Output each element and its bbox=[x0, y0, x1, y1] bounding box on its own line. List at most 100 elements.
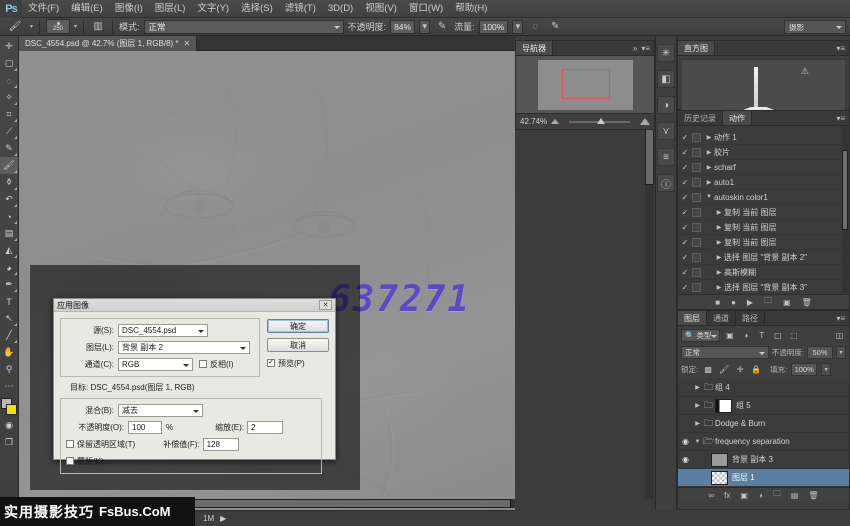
channel-select[interactable]: RGB bbox=[118, 358, 193, 371]
tool-history-brush[interactable]: ↶ bbox=[0, 191, 18, 208]
pressure-size-icon[interactable]: ✎ bbox=[547, 19, 563, 34]
play-icon[interactable]: ▶ bbox=[747, 298, 753, 307]
navigator-preview[interactable] bbox=[516, 56, 654, 113]
tab-paths[interactable]: 路径 bbox=[736, 311, 765, 325]
menu-layer[interactable]: 图层(L) bbox=[149, 0, 192, 18]
brush-size-chevron-icon[interactable]: ▾ bbox=[74, 23, 77, 30]
tab-histogram[interactable]: 直方图 bbox=[678, 41, 715, 55]
action-dialog-toggle[interactable] bbox=[692, 193, 701, 202]
ok-button[interactable]: 确定 bbox=[267, 319, 329, 333]
menu-file[interactable]: 文件(F) bbox=[22, 0, 65, 18]
properties-icon[interactable]: ≡ bbox=[657, 148, 675, 166]
collapse-icon[interactable]: » bbox=[633, 44, 637, 53]
mask-checkbox[interactable]: 蒙版(K)... bbox=[66, 456, 110, 467]
action-dialog-toggle[interactable] bbox=[692, 163, 701, 172]
source-select[interactable]: DSC_4554.psd bbox=[118, 324, 208, 337]
delete-icon[interactable]: 🗑 bbox=[802, 298, 812, 307]
tool-edit-toolbar[interactable]: ⋯ bbox=[0, 378, 18, 395]
tool-hand[interactable]: ✋ bbox=[0, 344, 18, 361]
filter-toggle-icon[interactable]: ◫ bbox=[833, 329, 846, 342]
layer-row[interactable]: ◉ ▶ 🗀 Dodge & Burn bbox=[678, 415, 849, 433]
tool-path-selection[interactable]: ↖ bbox=[0, 310, 18, 327]
adjustments-icon[interactable]: ◑ bbox=[657, 96, 675, 114]
eye-icon[interactable]: ◉ bbox=[678, 455, 693, 464]
flow-input[interactable]: 100% bbox=[479, 20, 509, 34]
eye-icon[interactable]: ◉ bbox=[678, 419, 693, 428]
layer-filter-kind-select[interactable]: 🔍 类型 bbox=[681, 329, 720, 342]
actions-list[interactable]: ✓ ▶ 动作 1 ✓ ▶ 胶片 ✓ ▶ scharf ✓ ▶ aut bbox=[678, 126, 849, 294]
checkbox-box[interactable] bbox=[66, 457, 74, 465]
layers-list[interactable]: ◉ ▶ 🗀 组 4 ◉ ▶ 🗀 组 5 ◉ ▶ 🗀 Dodge & Burn ◉… bbox=[678, 379, 849, 487]
lock-all-icon[interactable]: 🔒 bbox=[750, 364, 762, 376]
layer-fill-stepper[interactable]: ▾ bbox=[821, 363, 831, 376]
new-group-icon[interactable]: 🗀 bbox=[773, 488, 781, 502]
mask-icon[interactable]: ▣ bbox=[740, 491, 748, 500]
layer-thumbnail[interactable] bbox=[711, 453, 728, 467]
action-dialog-toggle[interactable] bbox=[692, 148, 701, 157]
action-row[interactable]: ✓ ▶ scharf bbox=[678, 160, 849, 175]
action-enabled-check[interactable]: ✓ bbox=[678, 178, 692, 187]
layer-blend-mode-select[interactable]: 正常 bbox=[681, 346, 769, 359]
tool-lasso[interactable]: ◌ bbox=[0, 72, 18, 89]
action-dialog-toggle[interactable] bbox=[692, 283, 701, 292]
chevron-right-icon[interactable]: ▶ bbox=[714, 254, 724, 261]
brush-preset-icon[interactable]: 🖌 bbox=[4, 19, 26, 34]
shape-filter-icon[interactable]: ▢ bbox=[771, 329, 784, 342]
navigator-view-rect[interactable] bbox=[562, 69, 610, 99]
lock-paint-icon[interactable]: 🖌 bbox=[718, 364, 730, 376]
chevron-right-icon[interactable]: ▶ bbox=[704, 149, 714, 156]
tool-type[interactable]: T bbox=[0, 293, 18, 310]
offset-input[interactable]: 128 bbox=[203, 438, 239, 451]
tool-brush[interactable]: 🖌 bbox=[0, 157, 18, 174]
layer-row[interactable]: ◉ ▶ 🗀 组 4 bbox=[678, 379, 849, 397]
close-icon[interactable]: ✕ bbox=[319, 300, 332, 310]
brush-size-field[interactable]: 250 bbox=[46, 19, 70, 34]
tool-clone-stamp[interactable]: ⚱ bbox=[0, 174, 18, 191]
tool-shape[interactable]: ╱ bbox=[0, 327, 18, 344]
eye-icon[interactable]: ◉ bbox=[678, 383, 693, 392]
close-icon[interactable]: ✕ bbox=[184, 39, 191, 48]
chevron-right-icon[interactable]: ▶ bbox=[714, 239, 724, 246]
tool-healing-brush[interactable]: ✎ bbox=[0, 140, 18, 157]
action-enabled-check[interactable]: ✓ bbox=[678, 133, 692, 142]
action-row[interactable]: ✓ ▶ 选择 图层 "背景 副本 2" bbox=[678, 250, 849, 265]
checkbox-box[interactable] bbox=[66, 440, 74, 448]
checkbox-box[interactable]: ✓ bbox=[267, 359, 275, 367]
chevron-right-icon[interactable]: ▶ bbox=[693, 420, 702, 427]
tool-marquee[interactable]: ▢ bbox=[0, 55, 18, 72]
action-dialog-toggle[interactable] bbox=[692, 238, 701, 247]
action-row[interactable]: ✓ ▶ 选择 图层 "背景 副本 3" bbox=[678, 280, 849, 294]
action-dialog-toggle[interactable] bbox=[692, 133, 701, 142]
action-enabled-check[interactable]: ✓ bbox=[678, 148, 692, 157]
brush-preset-chevron-icon[interactable]: ▾ bbox=[30, 23, 33, 30]
action-row[interactable]: ✓ ▶ 复制 当前 图层 bbox=[678, 205, 849, 220]
tool-dodge[interactable]: ◕ bbox=[0, 259, 18, 276]
chevron-right-icon[interactable]: ▶ bbox=[704, 164, 714, 171]
tool-pen[interactable]: ✒ bbox=[0, 276, 18, 293]
invert-checkbox[interactable]: 反相(I) bbox=[199, 359, 234, 370]
menu-window[interactable]: 窗口(W) bbox=[403, 0, 449, 18]
layer-row-selected[interactable]: ◉ 图层 1 bbox=[678, 469, 849, 487]
cache-warning-icon[interactable]: ⚠ bbox=[801, 66, 809, 77]
adjustment-icon[interactable]: ◑ bbox=[758, 491, 763, 500]
brush-panel-toggle-icon[interactable]: ▥ bbox=[90, 19, 106, 34]
navigator-zoom-value[interactable]: 42.74% bbox=[520, 117, 547, 126]
stop-icon[interactable]: ■ bbox=[715, 298, 720, 307]
action-enabled-check[interactable]: ✓ bbox=[678, 253, 692, 262]
action-row[interactable]: ✓ ▼ autoskin color1 bbox=[678, 190, 849, 205]
layer-opacity-value[interactable]: 50% bbox=[807, 346, 833, 359]
type-filter-icon[interactable]: T bbox=[755, 329, 768, 342]
tool-eyedropper[interactable]: ⟋ bbox=[0, 123, 18, 140]
tool-zoom[interactable]: ⚲ bbox=[0, 361, 18, 378]
lock-position-icon[interactable]: ✛ bbox=[734, 364, 746, 376]
document-tab[interactable]: DSC_4554.psd @ 42.7% (图层 1, RGB/8) * ✕ bbox=[19, 36, 197, 51]
chevron-right-icon[interactable]: ▶ bbox=[704, 134, 714, 141]
record-icon[interactable]: ● bbox=[731, 298, 736, 307]
lock-transparent-icon[interactable]: ▩ bbox=[702, 364, 714, 376]
layer-thumbnail[interactable] bbox=[711, 471, 728, 485]
action-enabled-check[interactable]: ✓ bbox=[678, 268, 692, 277]
menu-3d[interactable]: 3D(D) bbox=[322, 0, 359, 18]
status-arrow-icon[interactable]: ▶ bbox=[220, 514, 226, 523]
menu-help[interactable]: 帮助(H) bbox=[449, 0, 493, 18]
chevron-right-icon[interactable]: ▶ bbox=[704, 179, 714, 186]
